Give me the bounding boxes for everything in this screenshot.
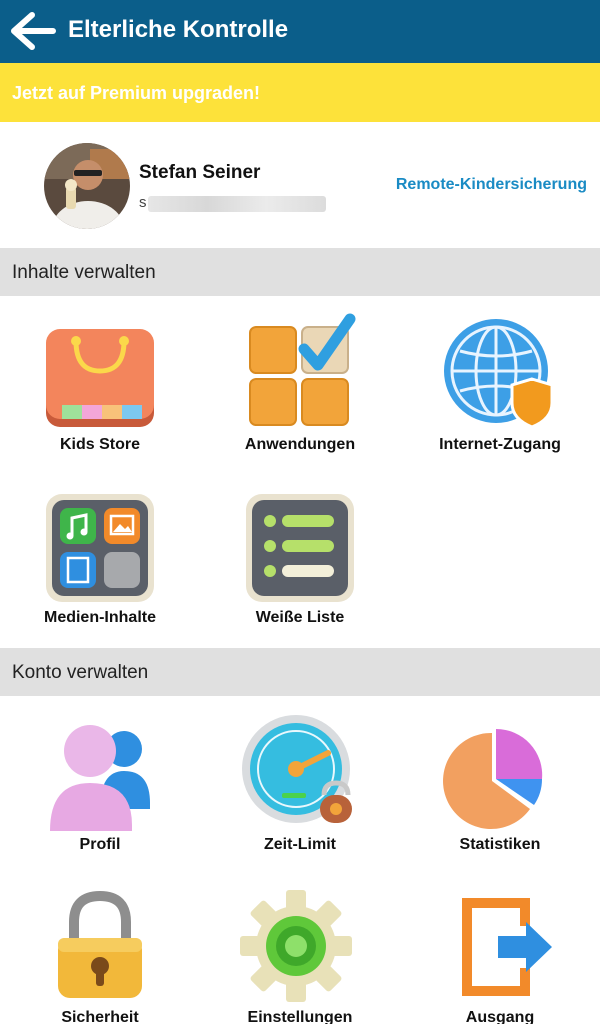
tile-kids-store[interactable]: Kids Store xyxy=(0,303,200,473)
tile-exit[interactable]: Ausgang xyxy=(400,876,600,1024)
tile-label: Einstellungen xyxy=(247,1009,353,1024)
shopping-bag-icon xyxy=(46,329,154,427)
tile-label: Profil xyxy=(79,836,121,853)
profile-icon xyxy=(50,725,150,831)
premium-banner[interactable]: Jetzt auf Premium upgraden! xyxy=(0,63,600,122)
page-title: Elterliche Kontrolle xyxy=(68,16,289,43)
profile-name: Stefan Seiner xyxy=(139,162,261,183)
tile-profile[interactable]: Profil xyxy=(0,703,200,873)
redacted-email xyxy=(148,196,326,212)
avatar[interactable] xyxy=(44,143,130,229)
exit-icon xyxy=(462,898,552,996)
profile-email: s xyxy=(139,194,147,211)
tile-statistics[interactable]: Statistiken xyxy=(400,703,600,873)
tile-label: Medien-Inhalte xyxy=(43,609,156,626)
remote-parental-control-link[interactable]: Remote-Kindersicherung xyxy=(396,176,587,194)
profile-card: Stefan Seiner s Remote-Kindersicherung xyxy=(0,122,600,248)
tile-label: Sicherheit xyxy=(61,1009,139,1024)
tile-security[interactable]: Sicherheit xyxy=(0,876,200,1024)
back-arrow-icon[interactable] xyxy=(10,10,56,52)
tile-label: Internet-Zugang xyxy=(439,436,561,453)
tile-media-content[interactable]: Medien-Inhalte xyxy=(0,476,200,646)
whitelist-icon xyxy=(246,494,354,602)
tile-internet-access[interactable]: Internet-Zugang xyxy=(400,303,600,473)
section-header-content: Inhalte verwalten xyxy=(0,248,600,296)
tile-applications[interactable]: Anwendungen xyxy=(200,303,400,473)
tile-label: Anwendungen xyxy=(244,436,356,453)
statistics-icon xyxy=(443,728,543,829)
tile-label: Zeit-Limit xyxy=(264,836,336,853)
padlock-icon xyxy=(58,890,142,998)
app-bar: Elterliche Kontrolle xyxy=(0,0,600,63)
section-title-content: Inhalte verwalten xyxy=(12,262,156,283)
time-limit-icon xyxy=(242,715,352,823)
tile-label: Statistiken xyxy=(459,836,541,853)
premium-banner-text: Jetzt auf Premium upgraden! xyxy=(12,83,261,103)
tile-settings[interactable]: Einstellungen xyxy=(200,876,400,1024)
apps-checklist-icon xyxy=(249,313,356,426)
section-title-account: Konto verwalten xyxy=(12,662,149,683)
tile-whitelist[interactable]: Weiße Liste xyxy=(200,476,400,646)
tile-label: Weiße Liste xyxy=(255,609,345,626)
media-content-icon xyxy=(46,494,154,602)
tile-label: Ausgang xyxy=(465,1009,535,1024)
section-header-account: Konto verwalten xyxy=(0,648,600,696)
globe-shield-icon xyxy=(444,319,554,429)
tile-label: Kids Store xyxy=(59,436,140,453)
tile-time-limit[interactable]: Zeit-Limit xyxy=(200,703,400,873)
settings-gear-icon xyxy=(240,890,352,1002)
